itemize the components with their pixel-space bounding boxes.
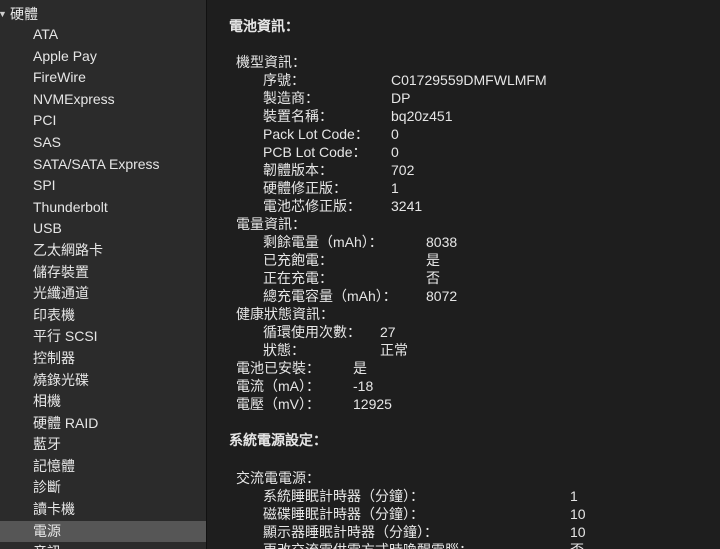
- property-value: 702: [391, 162, 415, 178]
- property-label: 電池芯修正版：: [263, 198, 361, 214]
- sidebar-item[interactable]: 藍牙: [0, 434, 206, 456]
- property-value: 8072: [426, 288, 458, 304]
- sidebar-item[interactable]: 光纖通道: [0, 283, 206, 305]
- property-value: 1: [570, 488, 578, 504]
- property-label: 磁碟睡眠計時器（分鐘）：: [263, 506, 424, 522]
- battery-info-title: 電池資訊：: [229, 18, 299, 34]
- property-value: 是: [353, 360, 367, 376]
- sidebar-item[interactable]: 硬體 RAID: [0, 413, 206, 435]
- sidebar: ▼ 硬體 ATA Apple Pay FireWire NVMExpress PCI SA…: [0, 0, 206, 549]
- sidebar-item[interactable]: SAS: [0, 132, 206, 154]
- sidebar-item[interactable]: 乙太網路卡: [0, 240, 206, 262]
- sidebar-item[interactable]: Apple Pay: [0, 46, 206, 68]
- property-value: 12925: [353, 396, 392, 412]
- property-label: 循環使用次數：: [263, 324, 361, 340]
- property-value: 否: [570, 541, 584, 549]
- sidebar-item[interactable]: ATA: [0, 24, 206, 46]
- property-value: 1: [391, 180, 399, 196]
- property-value: 否: [426, 270, 440, 286]
- property-label: 正在充電：: [263, 270, 333, 286]
- property-label: 序號：: [263, 72, 305, 88]
- property-label: 裝置名稱：: [263, 108, 333, 124]
- property-label: 顯示器睡眠計時器（分鐘）：: [263, 524, 438, 540]
- sidebar-header-label: 硬體: [10, 6, 38, 22]
- sidebar-item[interactable]: 燒錄光碟: [0, 370, 206, 392]
- property-value: 8038: [426, 234, 458, 250]
- property-label: 總充電容量（mAh）：: [263, 288, 397, 304]
- property-value: 27: [380, 324, 396, 340]
- sidebar-item[interactable]: 印表機: [0, 305, 206, 327]
- sidebar-item[interactable]: Thunderbolt: [0, 197, 206, 219]
- property-label: 電流（mA）：: [236, 378, 320, 394]
- sidebar-item[interactable]: 儲存裝置: [0, 262, 206, 284]
- property-label: 硬體修正版：: [263, 180, 347, 196]
- detail-panel: 電池資訊： 機型資訊： 序號： C01729559DMFWLMFM 製造商： DP 裝置…: [207, 0, 720, 549]
- chevron-down-icon[interactable]: ▼: [0, 9, 8, 19]
- property-label: 狀態：: [263, 342, 305, 358]
- sidebar-item[interactable]: 平行 SCSI: [0, 326, 206, 348]
- sidebar-item[interactable]: PCI: [0, 110, 206, 132]
- power-settings-title: 系統電源設定：: [229, 432, 327, 448]
- property-label: 已充飽電：: [263, 252, 333, 268]
- property-value: 0: [391, 126, 399, 142]
- sidebar-item[interactable]: 相機: [0, 391, 206, 413]
- charge-info-heading: 電量資訊：: [236, 216, 306, 232]
- property-label: Pack Lot Code：: [263, 126, 369, 142]
- sidebar-item[interactable]: 音訊: [0, 542, 206, 549]
- sidebar-item[interactable]: 讀卡機: [0, 499, 206, 521]
- property-value: 是: [426, 252, 440, 268]
- property-label: PCB Lot Code：: [263, 144, 367, 160]
- sidebar-header-hardware[interactable]: ▼ 硬體: [0, 4, 38, 24]
- sidebar-item[interactable]: NVMExpress: [0, 89, 206, 111]
- property-value: DP: [391, 90, 411, 106]
- property-value: -18: [353, 378, 374, 394]
- sidebar-item[interactable]: 控制器: [0, 348, 206, 370]
- property-value: 正常: [380, 342, 408, 358]
- property-label: 電壓（mV）：: [236, 396, 320, 412]
- property-label: 製造商：: [263, 90, 319, 106]
- ac-power-heading: 交流電電源：: [236, 470, 320, 486]
- property-value: 0: [391, 144, 399, 160]
- sidebar-item[interactable]: SPI: [0, 175, 206, 197]
- property-label: 韌體版本：: [263, 162, 333, 178]
- property-label: 電池已安裝：: [236, 360, 320, 376]
- property-value: 10: [570, 524, 586, 540]
- sidebar-item[interactable]: SATA/SATA Express: [0, 154, 206, 176]
- property-value: bq20z451: [391, 108, 453, 124]
- sidebar-list: ATA Apple Pay FireWire NVMExpress PCI SAS SATA…: [0, 24, 206, 549]
- property-label: 剩餘電量（mAh）：: [263, 234, 383, 250]
- property-value: 10: [570, 506, 586, 522]
- sidebar-item[interactable]: USB: [0, 218, 206, 240]
- property-label: 更改交流電供電方式時喚醒電腦：: [263, 541, 473, 549]
- sidebar-item[interactable]: 診斷: [0, 477, 206, 499]
- property-value: C01729559DMFWLMFM: [391, 72, 547, 88]
- property-value: 3241: [391, 198, 423, 214]
- sidebar-item[interactable]: FireWire: [0, 67, 206, 89]
- sidebar-item[interactable]: 記憶體: [0, 456, 206, 478]
- property-label: 系統睡眠計時器（分鐘）：: [263, 488, 424, 504]
- sidebar-item[interactable]: 電源: [0, 520, 206, 543]
- model-info-heading: 機型資訊：: [236, 54, 306, 70]
- health-info-heading: 健康狀態資訊：: [236, 306, 334, 322]
